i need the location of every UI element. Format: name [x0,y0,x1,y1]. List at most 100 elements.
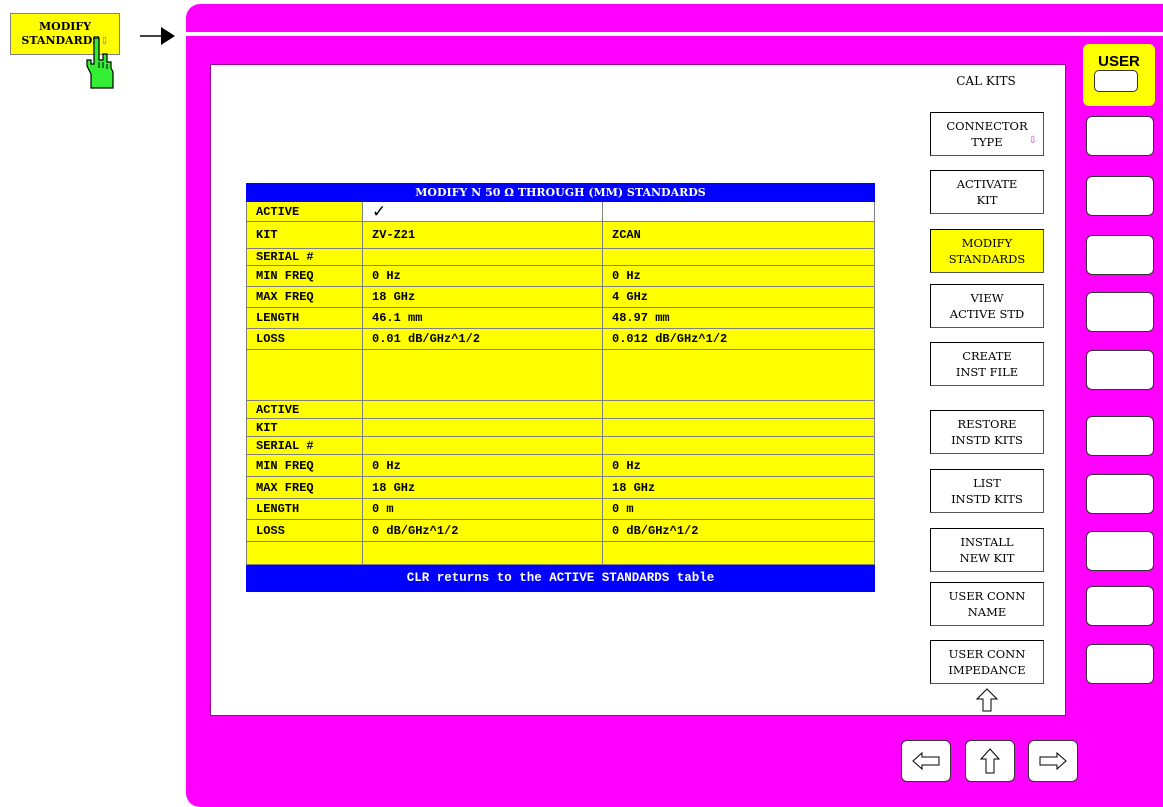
table-cell[interactable]: 0 Hz [602,455,875,477]
table-cell[interactable]: 0.012 dB/GHz^1/2 [602,329,875,350]
softkey-label-line2: STANDARDS [948,252,1026,266]
table-cell[interactable] [602,249,875,266]
menu-title: CAL KITS [956,74,1016,88]
pointing-hand-icon [86,37,114,89]
softkey-view-active-std[interactable]: VIEW ACTIVE STD [930,284,1044,328]
table-cell[interactable]: 0 Hz [602,266,875,287]
menu-up-arrow-icon[interactable] [976,688,998,712]
table-row[interactable]: LOSS 0 dB/GHz^1/2 0 dB/GHz^1/2 [246,520,875,542]
table-cell[interactable]: 4 GHz [602,287,875,308]
row-label: KIT [246,222,362,249]
hardkey-10[interactable] [1086,644,1154,684]
hardkey-4[interactable] [1086,292,1154,332]
table-row[interactable]: KIT [246,419,875,437]
nav-right-button[interactable] [1028,740,1078,782]
softkey-label-line2: INSTD KITS [951,433,1023,447]
row-label: LOSS [246,520,362,542]
softkey-label-line2: IMPEDANCE [948,663,1026,677]
table-row[interactable]: MAX FREQ 18 GHz 18 GHz [246,477,875,499]
softkey-connector-type[interactable]: CONNECTOR TYPE ⇩ [930,112,1044,156]
table-row[interactable]: MAX FREQ 18 GHz 4 GHz [246,287,875,308]
table-cell[interactable]: 0 dB/GHz^1/2 [362,520,602,542]
active-cell-kit1[interactable]: ✓ [362,202,602,222]
softkey-activate-kit[interactable]: ACTIVATE KIT [930,170,1044,214]
softkey-label-line1: CREATE [962,349,1012,363]
table-cell[interactable]: ZCAN [602,222,875,249]
table-cell[interactable] [362,249,602,266]
table-row-spacer [246,350,875,401]
table-cell[interactable] [602,437,875,455]
table-cell[interactable]: 18 GHz [362,477,602,499]
hardkey-8[interactable] [1086,531,1154,571]
hardkey-5[interactable] [1086,350,1154,390]
table-cell[interactable]: 46.1 mm [362,308,602,329]
row-label: KIT [246,419,362,437]
softkey-label-line1: LIST [973,476,1001,490]
table-row[interactable]: ACTIVE [246,401,875,419]
softkey-label-line2: INSTD KITS [951,492,1023,506]
hardkey-2[interactable] [1086,176,1154,216]
table-row[interactable]: MIN FREQ 0 Hz 0 Hz [246,455,875,477]
softkey-user-conn-name[interactable]: USER CONN NAME [930,582,1044,626]
empty-cell [602,542,875,565]
table-cell[interactable]: 0 dB/GHz^1/2 [602,520,875,542]
table-cell[interactable]: 48.97 mm [602,308,875,329]
hardkey-6[interactable] [1086,416,1154,456]
softkey-install-new-kit[interactable]: INSTALL NEW KIT [930,528,1044,572]
table-row[interactable]: LENGTH 0 m 0 m [246,499,875,520]
table-cell[interactable]: 0.01 dB/GHz^1/2 [362,329,602,350]
table-cell[interactable] [602,401,875,419]
softkey-list-instd-kits[interactable]: LIST INSTD KITS [930,469,1044,513]
softkey-label-line1: USER CONN [948,647,1026,661]
table-row[interactable]: MIN FREQ 0 Hz 0 Hz [246,266,875,287]
softkey-user-conn-impedance[interactable]: USER CONN IMPEDANCE [930,640,1044,684]
active-cell-kit2[interactable] [602,202,875,222]
table-cell[interactable]: ZV-Z21 [362,222,602,249]
user-button[interactable] [1094,70,1138,92]
softkey-label-line2: ACTIVE STD [949,307,1025,321]
nav-left-button[interactable] [901,740,951,782]
user-key-label: USER [1098,53,1140,70]
table-row[interactable]: ACTIVE ✓ [246,202,875,222]
table-row[interactable]: SERIAL # [246,437,875,455]
row-label: LENGTH [246,308,362,329]
softkey-restore-instd-kits[interactable]: RESTORE INSTD KITS [930,410,1044,454]
softkey-create-inst-file[interactable]: CREATE INST FILE [930,342,1044,386]
empty-cell [362,542,602,565]
right-arrow-icon [140,27,175,45]
table-cell[interactable]: 0 m [362,499,602,520]
hardkey-3[interactable] [1086,235,1154,275]
table-row[interactable]: SERIAL # [246,249,875,266]
softkey-label-line2: TYPE [971,135,1003,149]
softkey-label-line1: MODIFY [961,236,1013,250]
hardkey-9[interactable] [1086,586,1154,626]
softkey-label-line1: INSTALL [960,535,1014,549]
row-label: MIN FREQ [246,455,362,477]
table-cell[interactable]: 0 Hz [362,266,602,287]
softkey-label-line2: KIT [976,193,998,207]
nav-up-button[interactable] [965,740,1015,782]
hardkey-7[interactable] [1086,474,1154,514]
row-label: ACTIVE [246,202,362,222]
table-cell[interactable]: 0 Hz [362,455,602,477]
table-cell[interactable] [602,419,875,437]
row-label: LOSS [246,329,362,350]
table-row[interactable]: LOSS 0.01 dB/GHz^1/2 0.012 dB/GHz^1/2 [246,329,875,350]
empty-cell [246,350,362,401]
table-cell[interactable]: 18 GHz [362,287,602,308]
table-cell[interactable]: 18 GHz [602,477,875,499]
row-label: MIN FREQ [246,266,362,287]
right-arrow-icon [1039,751,1067,771]
table-cell[interactable] [362,419,602,437]
up-arrow-icon [979,748,1001,774]
submenu-arrow-icon: ⇩ [1028,135,1037,146]
table-cell[interactable]: 0 m [602,499,875,520]
table-cell[interactable] [362,437,602,455]
table-title: MODIFY N 50 Ω THROUGH (MM) STANDARDS [246,183,875,202]
table-row[interactable]: LENGTH 46.1 mm 48.97 mm [246,308,875,329]
hardkey-1[interactable] [1086,116,1154,156]
table-cell[interactable] [362,401,602,419]
softkey-modify-standards[interactable]: MODIFY STANDARDS [930,229,1044,273]
softkey-label-line1: VIEW [970,291,1004,305]
table-row[interactable]: KIT ZV-Z21 ZCAN [246,222,875,249]
